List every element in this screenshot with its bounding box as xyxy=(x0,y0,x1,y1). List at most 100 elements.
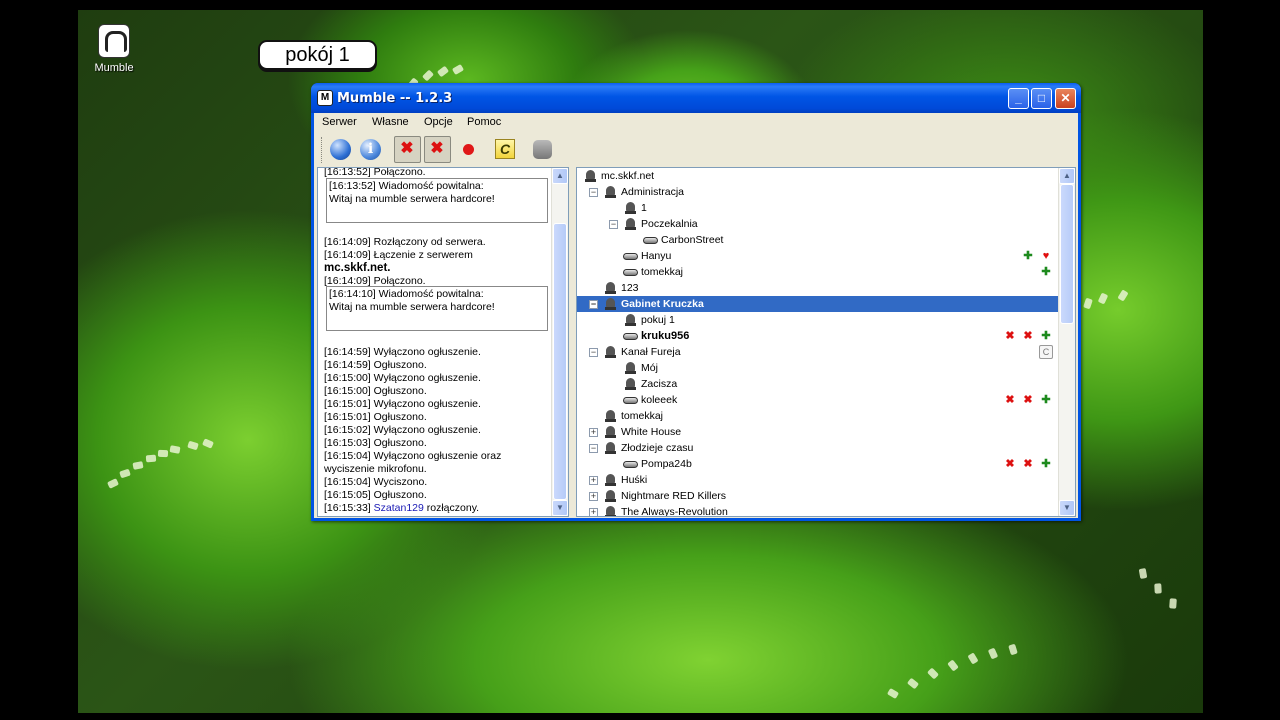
wallpaper-scale xyxy=(1154,583,1162,594)
collapse-icon[interactable]: − xyxy=(589,444,598,453)
desktop-icon-mumble[interactable]: Mumble xyxy=(88,24,140,74)
user-icon xyxy=(623,333,638,340)
connect-button[interactable] xyxy=(327,136,354,163)
scroll-thumb[interactable] xyxy=(553,223,567,500)
deafen-self-button[interactable]: ✖ xyxy=(424,136,451,163)
log-line: mc.skkf.net. xyxy=(324,262,391,274)
server-info-button[interactable]: i xyxy=(357,136,384,163)
tree-channel-row[interactable]: − Administracja xyxy=(577,184,1059,200)
wallpaper-scale xyxy=(451,63,465,76)
tree-user-row[interactable]: Pompa24b ✖ ✖ ✚ xyxy=(577,456,1059,472)
collapse-icon[interactable]: − xyxy=(609,220,618,229)
friend-icon: ✚ xyxy=(1041,394,1051,406)
comment-button[interactable]: C xyxy=(492,136,519,163)
wallpaper-scale xyxy=(106,478,120,489)
channel-tree-pane[interactable]: mc.skkf.net − Administracja 1 − Poczekalnia Ca… xyxy=(576,167,1076,517)
wallpaper-scale xyxy=(169,445,181,454)
log-line: [16:15:02] Wyłączono ogłuszenie. xyxy=(324,424,481,436)
collapse-icon[interactable]: − xyxy=(589,300,598,309)
tree-channel-row[interactable]: tomekkaj xyxy=(577,408,1059,424)
user-icon xyxy=(623,461,638,468)
tree-user-row[interactable]: koleeek ✖ ✖ ✚ xyxy=(577,392,1059,408)
user-icon xyxy=(623,397,638,404)
user-settings-button[interactable] xyxy=(529,136,556,163)
tree-channel-row[interactable]: 123 xyxy=(577,280,1059,296)
tree-channel-row[interactable]: mc.skkf.net xyxy=(577,168,1059,184)
deaf-icon: ✖ xyxy=(1023,330,1033,342)
channel-icon xyxy=(625,378,636,390)
tree-channel-row[interactable]: + Huśki xyxy=(577,472,1059,488)
channel-icon xyxy=(605,474,616,486)
record-button[interactable] xyxy=(455,136,482,163)
wallpaper-scale xyxy=(967,652,979,665)
tree-user-row[interactable]: kruku956 ✖ ✖ ✚ xyxy=(577,328,1059,344)
tree-channel-row[interactable]: − Złodzieje czasu xyxy=(577,440,1059,456)
menu-wlasne[interactable]: Własne xyxy=(372,116,409,128)
chat-log-pane[interactable]: [16:13:52] Połączono. [16:13:52] Wiadomoś… xyxy=(317,167,569,517)
tree-scroll-thumb[interactable] xyxy=(1060,184,1074,324)
tree-label: Poczekalnia xyxy=(641,218,698,230)
tree-channel-row[interactable]: − Gabinet Kruczka xyxy=(577,296,1059,312)
tree-channel-row[interactable]: + The Always-Revolution xyxy=(577,504,1059,516)
tree-label: tomekkaj xyxy=(621,410,664,422)
toolbar: i ✖ ✖ C xyxy=(314,133,1078,167)
tree-label: Hanyu xyxy=(641,250,672,262)
scroll-down-button[interactable]: ▼ xyxy=(552,500,568,516)
channel-icon xyxy=(625,362,636,374)
mute-self-button[interactable]: ✖ xyxy=(394,136,421,163)
welcome-header: [16:13:52] Wiadomość powitalna: xyxy=(329,180,484,192)
tree-scroll-down-button[interactable]: ▼ xyxy=(1059,500,1075,516)
log-line: [16:15:00] Ogłuszono. xyxy=(324,385,427,397)
tree-label: Huśki xyxy=(621,474,648,486)
log-line-last: [16:15:33] Szatan129 rozłączony. xyxy=(324,502,479,515)
collapse-icon[interactable]: − xyxy=(589,348,598,357)
collapse-icon[interactable]: − xyxy=(589,188,598,197)
tree-channel-row[interactable]: Zacisza xyxy=(577,376,1059,392)
tree-user-row[interactable]: Hanyu ✚ ♥ xyxy=(577,248,1059,264)
tree-scrollbar[interactable]: ▲ ▼ xyxy=(1058,168,1075,516)
maximize-button[interactable]: □ xyxy=(1031,88,1052,109)
wallpaper-scale xyxy=(436,65,450,78)
menu-bar: Serwer Własne Opcje Pomoc xyxy=(314,113,1078,131)
toolbar-grip[interactable] xyxy=(321,137,325,163)
mute-icon: ✖ xyxy=(1005,458,1015,470)
tree-channel-row[interactable]: + Nightmare RED Killers xyxy=(577,488,1059,504)
minimize-button[interactable]: _ xyxy=(1008,88,1029,109)
scroll-up-button[interactable]: ▲ xyxy=(552,168,568,184)
menu-opcje[interactable]: Opcje xyxy=(424,116,453,128)
expand-icon[interactable]: + xyxy=(589,492,598,501)
tree-channel-row[interactable]: + White House xyxy=(577,424,1059,440)
tree-user-row[interactable]: CarbonStreet xyxy=(577,232,1059,248)
tree-label: mc.skkf.net xyxy=(601,170,655,182)
title-bar[interactable]: M Mumble -- 1.2.3 _ □ ✕ xyxy=(311,83,1081,113)
wallpaper-scale xyxy=(187,440,199,451)
tree-channel-row[interactable]: 1 xyxy=(577,200,1059,216)
wallpaper-scale xyxy=(947,659,959,672)
tree-label: Gabinet Kruczka xyxy=(621,298,704,310)
tree-scroll-up-button[interactable]: ▲ xyxy=(1059,168,1075,184)
mute-icon: ✖ xyxy=(1005,330,1015,342)
wallpaper-scale xyxy=(421,69,435,82)
expand-icon[interactable]: + xyxy=(589,476,598,485)
expand-icon[interactable]: + xyxy=(589,428,598,437)
expand-icon[interactable]: + xyxy=(589,508,598,516)
log-line: [16:15:01] Ogłuszono. xyxy=(324,411,427,423)
channel-icon xyxy=(625,202,636,214)
tree-user-row[interactable]: tomekkaj ✚ xyxy=(577,264,1059,280)
menu-serwer[interactable]: Serwer xyxy=(322,116,357,128)
tree-label: kruku956 xyxy=(641,330,690,342)
tree-channel-row[interactable]: pokuj 1 xyxy=(577,312,1059,328)
channel-icon xyxy=(585,170,596,182)
channel-icon xyxy=(625,314,636,326)
log-line: [16:15:03] Ogłuszono. xyxy=(324,437,427,449)
close-button[interactable]: ✕ xyxy=(1055,88,1076,109)
tree-channel-row[interactable]: − Poczekalnia xyxy=(577,216,1059,232)
log-user-link[interactable]: Szatan129 xyxy=(374,502,424,514)
tree-channel-row[interactable]: − Kanał Fureja xyxy=(577,344,1059,360)
menu-pomoc[interactable]: Pomoc xyxy=(467,116,501,128)
tree-channel-row[interactable]: Mój xyxy=(577,360,1059,376)
tree-label: Złodzieje czasu xyxy=(621,442,694,454)
wallpaper-scale xyxy=(886,687,900,700)
tree-label: tomekkaj xyxy=(641,266,684,278)
log-scrollbar[interactable]: ▲ ▼ xyxy=(551,168,568,516)
